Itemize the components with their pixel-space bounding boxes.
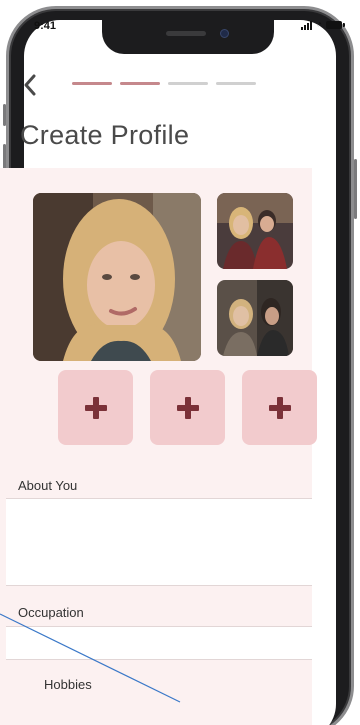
signal-icon [300, 20, 312, 30]
hobbies-label: Hobbies [44, 677, 92, 692]
group-photo-image [217, 193, 293, 269]
progress-step-3 [168, 82, 208, 85]
status-time: 9:41 [34, 20, 57, 32]
chevron-left-icon [24, 74, 36, 96]
progress-step-4 [216, 82, 256, 85]
back-button[interactable] [20, 72, 42, 98]
progress-step-1 [72, 82, 112, 85]
occupation-label: Occupation [18, 605, 84, 620]
status-icons: ◔ [300, 19, 345, 30]
progress-step-2 [120, 82, 160, 85]
about-you-input[interactable] [6, 498, 312, 586]
profile-photo-main[interactable] [33, 193, 201, 361]
plus-icon [176, 396, 199, 419]
page-title: Create Profile [20, 120, 190, 150]
profile-photo-small-2[interactable] [217, 280, 293, 356]
notch [102, 20, 274, 54]
silent-switch [3, 104, 6, 126]
friends-photo-image [217, 280, 293, 356]
front-camera [220, 29, 229, 38]
add-photo-button-2[interactable] [150, 370, 225, 445]
progress-indicator [72, 82, 256, 85]
occupation-input[interactable] [6, 626, 312, 660]
wifi-icon: ◔ [315, 19, 322, 30]
add-photo-button-1[interactable] [58, 370, 133, 445]
power-button [354, 159, 357, 219]
about-you-label: About You [18, 478, 78, 493]
add-photo-button-3[interactable] [242, 370, 317, 445]
speaker-grille [166, 31, 206, 36]
plus-icon [84, 396, 107, 419]
battery-icon [326, 21, 345, 29]
portrait-image [33, 193, 201, 361]
plus-icon [268, 396, 291, 419]
profile-photo-small-1[interactable] [217, 193, 293, 269]
